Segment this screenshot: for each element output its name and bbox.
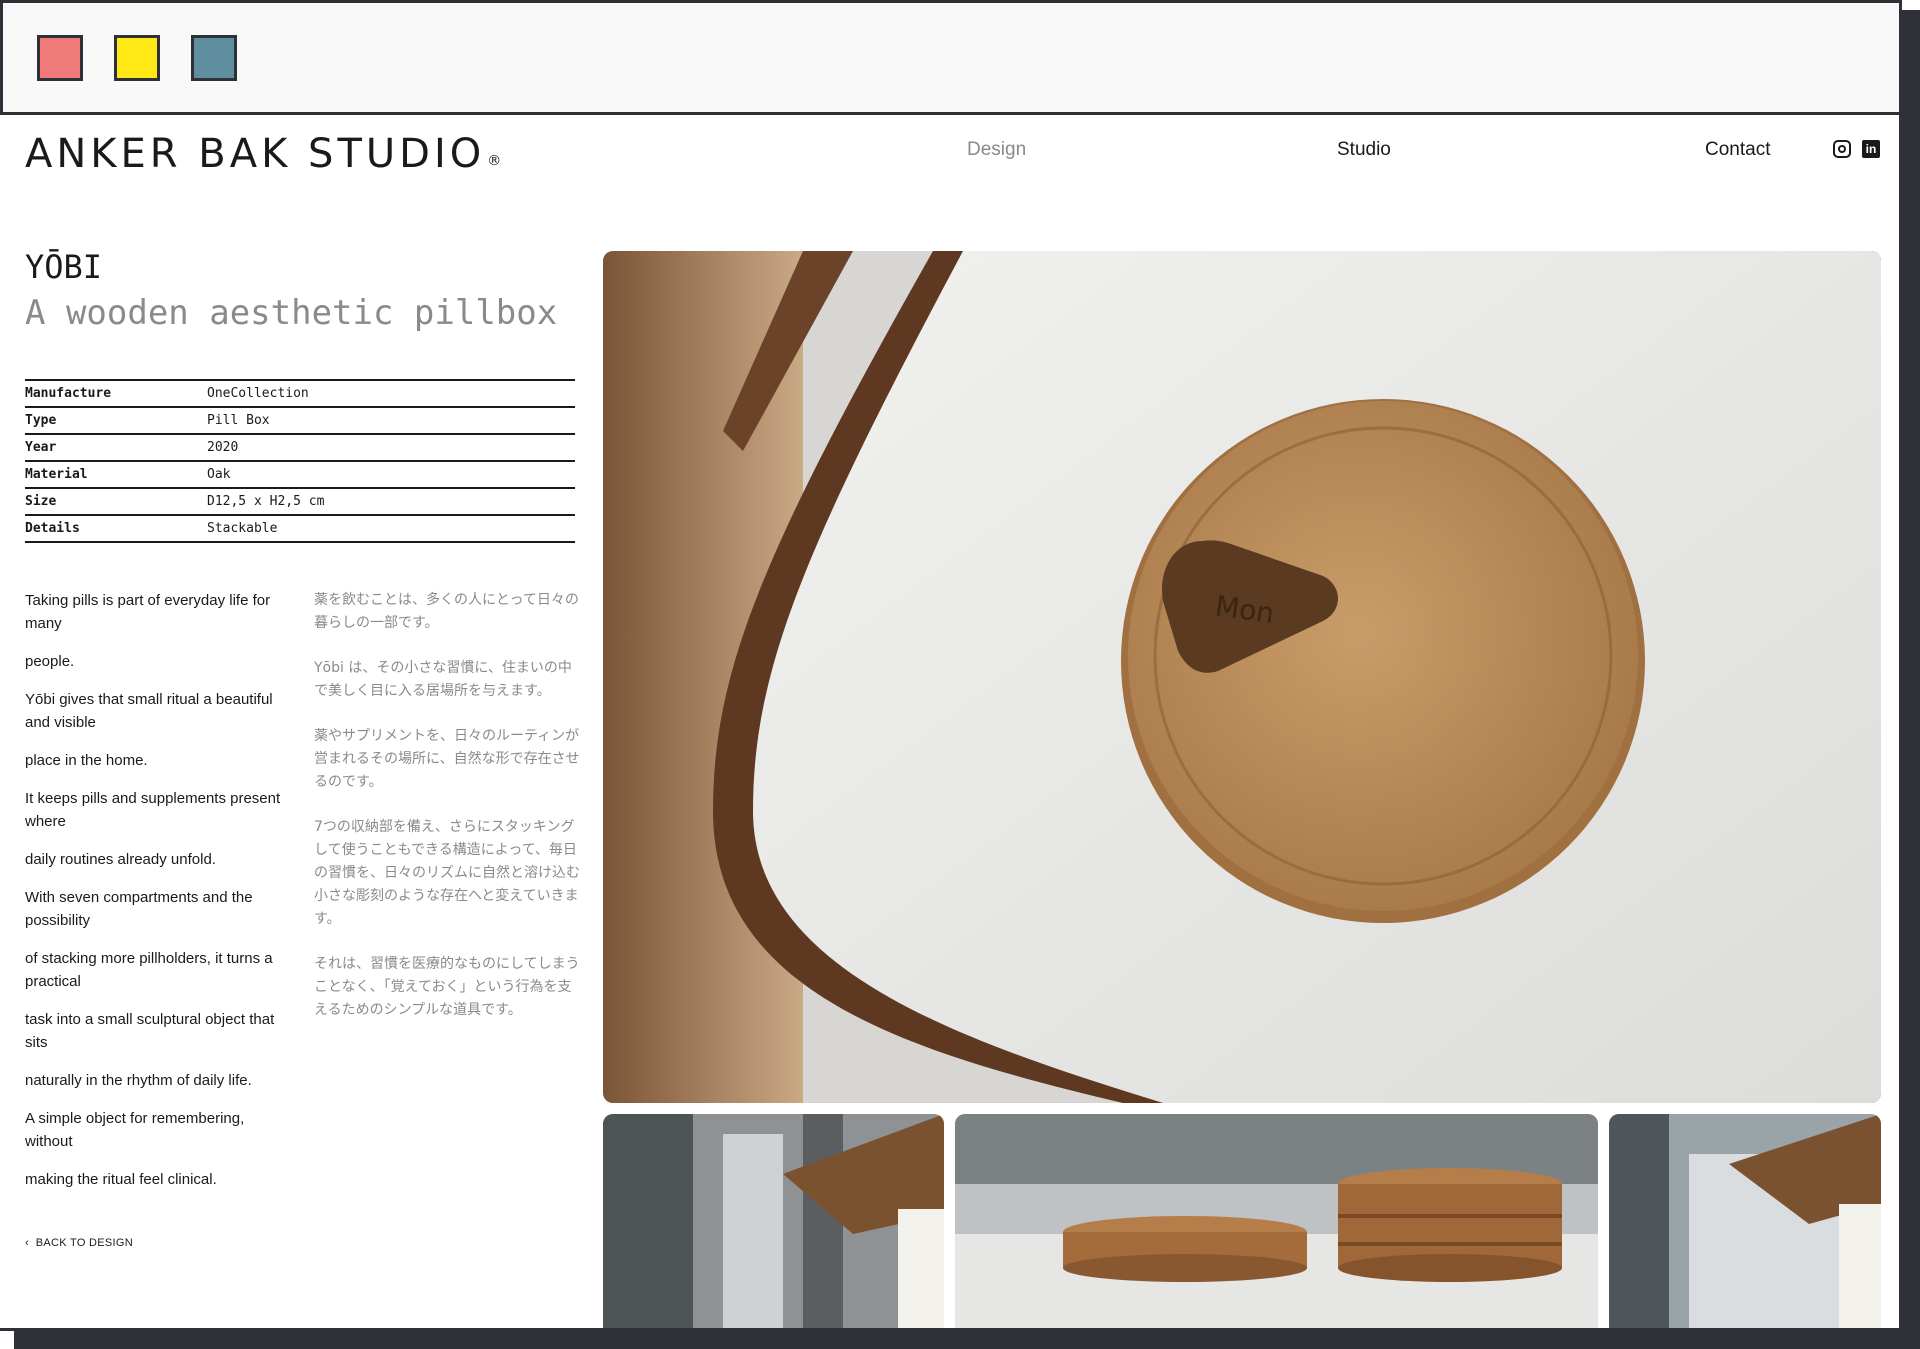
table-row: Size D12,5 x H2,5 cm: [25, 487, 575, 515]
window-maximize-button[interactable]: [191, 35, 237, 81]
table-row: Details Stackable: [25, 514, 575, 543]
description-paragraph: people.: [25, 653, 75, 670]
description-paragraph: place in the home.: [25, 752, 148, 769]
page-content: ANKER BAK STUDIO ® Design Studio Contact …: [3, 115, 1899, 1328]
description-english: Taking pills is part of everyday life fo…: [25, 589, 290, 1206]
description-paragraph: Yōbi gives that small ritual a beautiful…: [25, 691, 273, 731]
description-paragraph: A simple object for remembering, without: [25, 1110, 245, 1150]
spec-key: Year: [25, 433, 207, 461]
spec-key: Type: [25, 406, 207, 434]
table-row: Type Pill Box: [25, 406, 575, 434]
description-paragraph-jp: 薬やサプリメントを、日々のルーティンが営まれるその場所に、自然な形で存在させるの…: [314, 728, 580, 790]
description-paragraph-jp: 7つの収納部を備え、さらにスタッキングして使うこともできる構造によって、毎日の習…: [314, 819, 580, 927]
registered-mark: ®: [487, 153, 502, 169]
product-tagline: A wooden aesthetic pillbox: [25, 293, 558, 333]
description-paragraph-jp: Yōbi は、その小さな習慣に、住まいの中で美しく目に入る居場所を与えます。: [314, 660, 572, 699]
table-row: Year 2020: [25, 433, 575, 461]
description-paragraph: It keeps pills and supplements present w…: [25, 790, 281, 830]
spec-table: Manufacture OneCollection Type Pill Box Ye…: [25, 379, 575, 543]
table-row: Manufacture OneCollection: [25, 379, 575, 407]
description-paragraph: task into a small sculptural object that…: [25, 1011, 275, 1051]
description-paragraph: naturally in the rhythm of daily life.: [25, 1072, 252, 1089]
window-titlebar: [0, 0, 1899, 115]
description-paragraph: of stacking more pillholders, it turns a…: [25, 950, 273, 990]
thumbnail-image[interactable]: [1609, 1114, 1881, 1328]
window-close-button[interactable]: [37, 35, 83, 81]
spec-key: Details: [25, 514, 207, 543]
description-japanese: 薬を飲むことは、多くの人にとって日々の暮らしの一部です。 Yōbi は、その小さ…: [314, 589, 582, 1044]
linkedin-icon[interactable]: in: [1862, 140, 1880, 158]
description-paragraph: Taking pills is part of everyday life fo…: [25, 592, 271, 632]
table-row: Material Oak: [25, 460, 575, 488]
nav-studio-link[interactable]: Studio: [1337, 139, 1391, 161]
spec-value: Oak: [207, 460, 575, 488]
description-paragraph: daily routines already unfold.: [25, 851, 216, 868]
description-paragraph-jp: 薬を飲むことは、多くの人にとって日々の暮らしの一部です。: [314, 592, 579, 631]
spec-key: Manufacture: [25, 379, 207, 407]
description-paragraph: With seven compartments and the possibil…: [25, 889, 253, 929]
thumbnail-image[interactable]: [603, 1114, 944, 1328]
description-paragraph-jp: それは、習慣を医療的なものにしてしまうことなく、「覚えておく」という行為を支える…: [314, 956, 580, 1018]
spec-value: OneCollection: [207, 379, 575, 407]
browser-window: ANKER BAK STUDIO ® Design Studio Contact …: [0, 0, 1902, 1331]
instagram-icon[interactable]: [1833, 140, 1851, 158]
description-paragraph: making the ritual feel clinical.: [25, 1171, 217, 1188]
product-title: YŌBI: [25, 248, 103, 286]
spec-value: 2020: [207, 433, 575, 461]
hero-image: Mon: [603, 251, 1881, 1103]
thumbnail-image[interactable]: [955, 1114, 1598, 1328]
spec-key: Material: [25, 460, 207, 488]
spec-value: Stackable: [207, 514, 575, 543]
chevron-left-icon: ‹: [25, 1237, 36, 1249]
back-to-design-link[interactable]: ‹ BACK TO DESIGN: [25, 1237, 133, 1249]
brand-logo[interactable]: ANKER BAK STUDIO ®: [25, 131, 501, 177]
spec-key: Size: [25, 487, 207, 515]
window-minimize-button[interactable]: [114, 35, 160, 81]
spec-value: Pill Box: [207, 406, 575, 434]
nav-contact-link[interactable]: Contact: [1705, 139, 1770, 161]
spec-value: D12,5 x H2,5 cm: [207, 487, 575, 515]
nav-design-link[interactable]: Design: [967, 139, 1026, 161]
